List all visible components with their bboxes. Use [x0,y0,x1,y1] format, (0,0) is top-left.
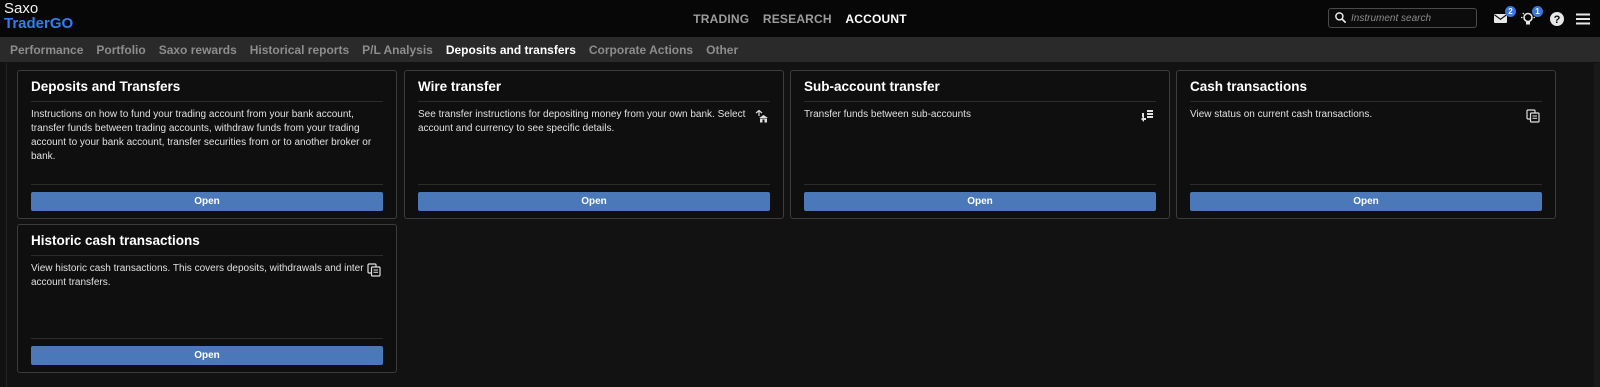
card-divider [1190,184,1542,185]
card-divider [31,255,383,256]
tab-portfolio[interactable]: Portfolio [96,37,145,63]
open-button[interactable]: Open [31,192,383,211]
transactions-icon [367,263,381,277]
help-button[interactable]: ? [1549,9,1569,29]
tab-performance[interactable]: Performance [10,37,83,63]
nav-research[interactable]: RESEARCH [763,12,832,26]
card-divider [1190,101,1542,102]
open-button[interactable]: Open [1190,192,1542,211]
card-divider [804,184,1156,185]
card-cash-transactions: Cash transactions View status on current… [1176,70,1556,219]
search-input[interactable] [1351,10,1473,26]
hamburger-menu-icon [1576,13,1590,25]
svg-text:?: ? [1554,14,1561,26]
messages-button[interactable]: 2 [1492,6,1516,29]
card-divider [31,184,383,185]
search-icon [1335,12,1346,23]
card-divider [804,101,1156,102]
main-menu-button[interactable] [1575,9,1595,29]
content-scrollbar[interactable] [1594,63,1600,387]
notifications-badge: 1 [1532,6,1543,17]
messages-badge: 2 [1505,6,1516,17]
transactions-icon [1526,109,1540,123]
open-button[interactable]: Open [804,192,1156,211]
notifications-button[interactable]: 1 [1519,6,1543,29]
card-deposits-and-transfers: Deposits and Transfers Instructions on h… [17,70,397,219]
card-divider [418,101,770,102]
nav-account[interactable]: ACCOUNT [845,12,906,26]
card-wire-transfer: Wire transfer See transfer instructions … [404,70,784,219]
tab-corporate-actions[interactable]: Corporate Actions [589,37,693,63]
card-description: View historic cash transactions. This co… [31,263,364,288]
account-transfer-icon [1141,110,1153,122]
card-title: Cash transactions [1190,79,1308,94]
tab-pl-analysis[interactable]: P/L Analysis [362,37,433,63]
help-icon: ? [1550,12,1564,26]
main-content: Deposits and Transfers Instructions on h… [6,63,1594,387]
top-bar: Saxo TraderGO TRADING RESEARCH ACCOUNT 2… [0,0,1600,37]
card-description: View status on current cash transactions… [1190,109,1373,120]
open-button[interactable]: Open [31,346,383,365]
card-divider [31,338,383,339]
tab-deposits-and-transfers[interactable]: Deposits and transfers [446,37,576,63]
card-sub-account-transfer: Sub-account transfer Transfer funds betw… [790,70,1170,219]
card-title: Deposits and Transfers [31,79,181,94]
card-title: Historic cash transactions [31,233,200,248]
card-divider [31,101,383,102]
tab-other[interactable]: Other [706,37,738,63]
card-description: See transfer instructions for depositing… [418,109,746,134]
instrument-search[interactable] [1328,8,1477,28]
nav-trading[interactable]: TRADING [693,12,749,26]
card-title: Wire transfer [418,79,502,94]
card-description: Transfer funds between sub-accounts [804,109,971,120]
tab-historical-reports[interactable]: Historical reports [250,37,349,63]
account-sub-nav: Performance Portfolio Saxo rewards Historic… [0,37,1600,62]
bank-transfer-icon [755,109,768,123]
open-button[interactable]: Open [418,192,770,211]
tab-saxo-rewards[interactable]: Saxo rewards [159,37,237,63]
card-description: Instructions on how to fund your trading… [31,109,372,162]
card-title: Sub-account transfer [804,79,940,94]
card-divider [418,184,770,185]
card-historic-cash-transactions: Historic cash transactions View historic… [17,224,397,373]
